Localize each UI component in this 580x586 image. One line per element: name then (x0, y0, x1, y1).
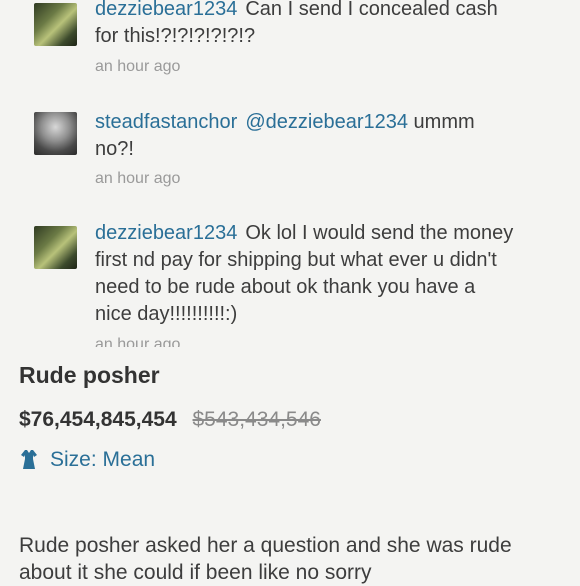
listing-price: $76,454,845,454 (19, 408, 177, 431)
comment-username[interactable]: steadfastanchor (95, 111, 237, 133)
comment-text-block: dezziebear1234 Ok lol I would send the mo… (95, 220, 515, 328)
size-label[interactable]: Size: Mean (50, 448, 155, 472)
avatar[interactable] (34, 3, 77, 46)
original-price: $543,434,546 (192, 408, 321, 431)
comment-username[interactable]: dezziebear1234 (95, 222, 237, 244)
comment-timestamp: an hour ago (95, 58, 181, 75)
comment-mention[interactable]: @dezziebear1234 (245, 111, 408, 133)
comments-list: dezziebear1234 Can I send I concealed cas… (0, 0, 580, 347)
dress-icon (21, 450, 37, 469)
listing-description: Rude posher asked her a question and she… (19, 534, 512, 584)
comment-text-block: steadfastanchor @dezziebear1234 ummm no?! (95, 109, 515, 163)
comment-timestamp: an hour ago (95, 170, 181, 187)
size-row: Size: Mean (20, 448, 155, 472)
price-row: $76,454,845,454 $543,434,546 (19, 408, 321, 432)
avatar[interactable] (34, 226, 77, 269)
comment-timestamp: an hour ago (95, 336, 181, 347)
avatar[interactable] (34, 112, 77, 155)
listing-title: Rude posher (19, 362, 160, 388)
comment-username[interactable]: dezziebear1234 (95, 0, 237, 20)
comment-text-block: dezziebear1234 Can I send I concealed cas… (95, 0, 515, 50)
